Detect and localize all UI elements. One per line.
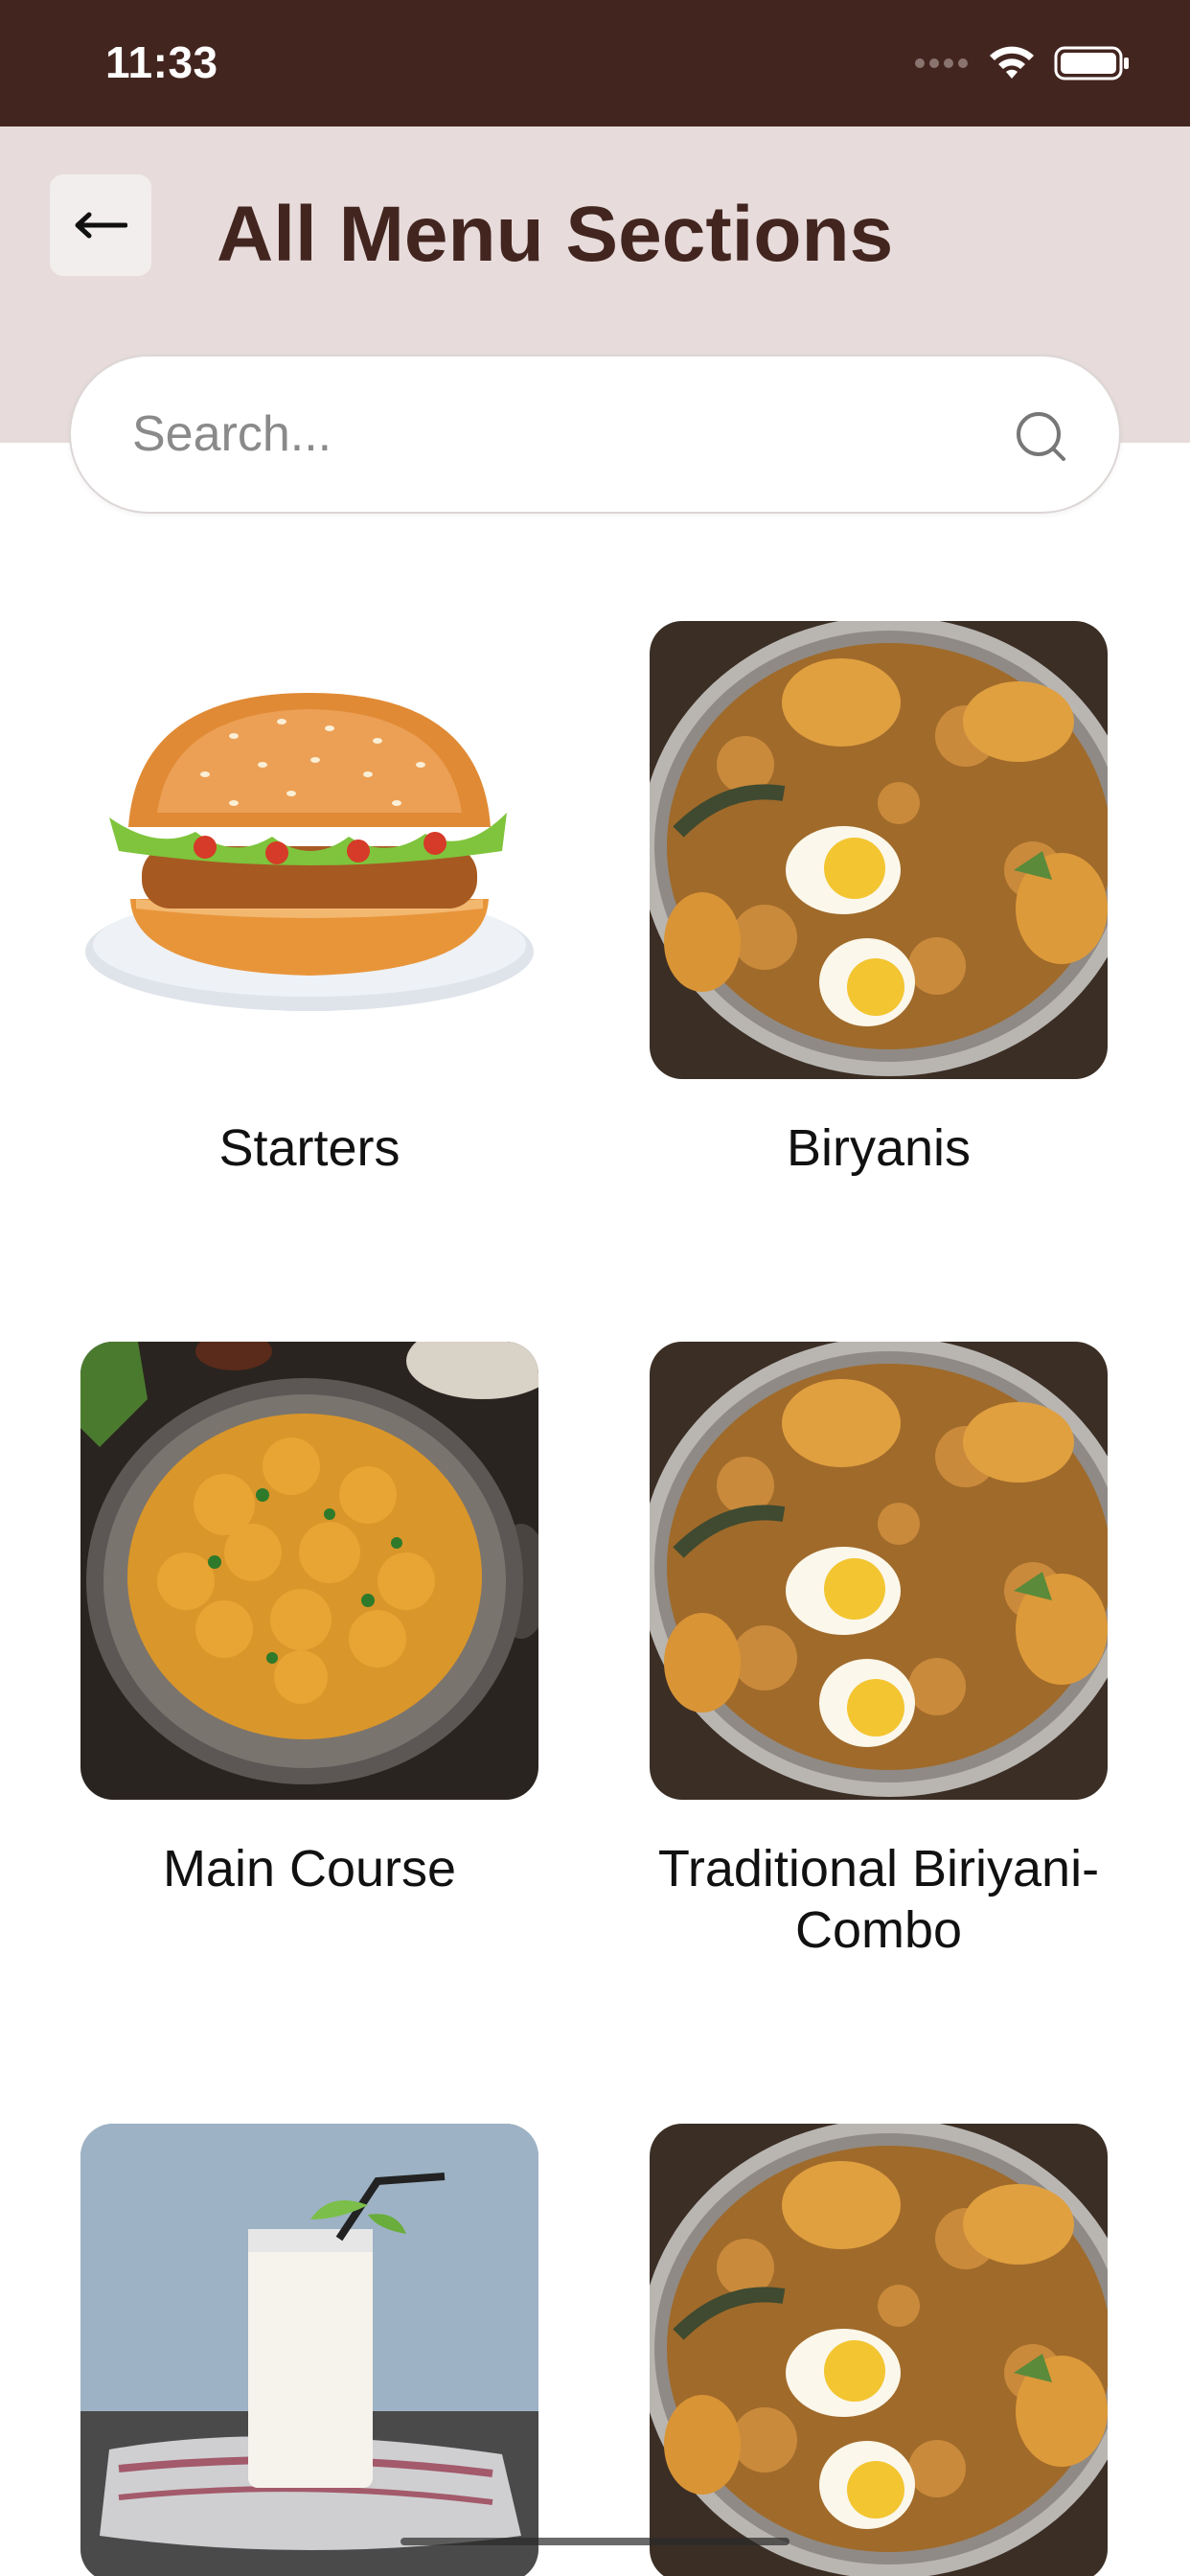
search-box: [69, 355, 1121, 514]
section-label: Main Course: [162, 1840, 457, 1898]
egg-biryani-image: [650, 2124, 1108, 2576]
cellular-dots-icon: [915, 58, 968, 68]
burger-image: [80, 621, 538, 1079]
arrow-left-icon: [75, 212, 127, 239]
status-bar: 11:33: [0, 0, 1190, 126]
section-label: Traditional Biriyani-Combo: [657, 1840, 1100, 1959]
milk-glass-image: [80, 2124, 538, 2576]
section-card-main-course[interactable]: Main Course: [80, 1342, 538, 1898]
section-card-traditional-biriyani-combo[interactable]: Traditional Biriyani-Combo: [650, 1342, 1108, 1959]
back-button[interactable]: [50, 174, 151, 276]
menu-sections-screen: 11:33 All Menu Sections Search... Starte…: [0, 0, 1190, 2576]
home-indicator[interactable]: [400, 2538, 790, 2545]
battery-icon: [1054, 46, 1129, 80]
page-title: All Menu Sections: [217, 191, 894, 278]
curry-bowl-image: [80, 1342, 538, 1800]
wifi-icon: [990, 46, 1034, 79]
section-card-drinks[interactable]: [80, 2124, 538, 2576]
section-label: Starters: [218, 1119, 400, 1177]
section-label: Biryanis: [786, 1119, 972, 1177]
search-input[interactable]: [132, 356, 995, 512]
section-card-biryani-2[interactable]: [650, 2124, 1108, 2576]
egg-biryani-image: [650, 1342, 1108, 1800]
section-card-starters[interactable]: Starters: [80, 621, 538, 1177]
section-card-biryanis[interactable]: Biryanis: [650, 621, 1108, 1177]
egg-biryani-image: [650, 621, 1108, 1079]
status-time: 11:33: [105, 37, 218, 87]
status-icons: [914, 44, 1131, 82]
search-icon[interactable]: [1014, 409, 1067, 463]
